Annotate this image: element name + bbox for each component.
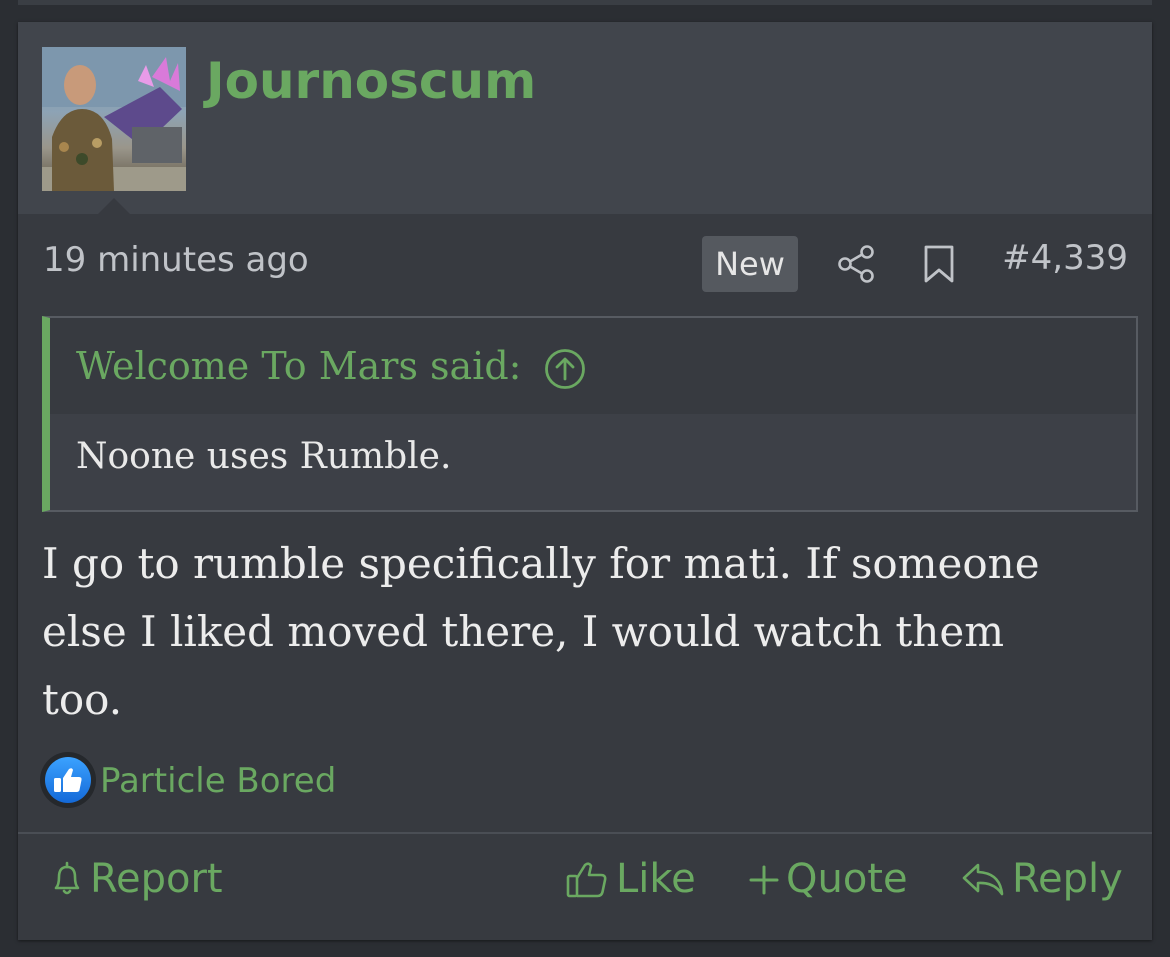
post-user-header: Journoscum: [18, 22, 1152, 214]
arrow-up-circle-icon[interactable]: [544, 348, 586, 390]
post-number-link[interactable]: #4,339: [1002, 238, 1128, 278]
new-badge: New: [702, 236, 798, 292]
message-line: else I liked moved there, I would watch …: [42, 607, 1005, 656]
reaction-badge[interactable]: [40, 752, 96, 808]
quote-header: Welcome To Mars said:: [50, 318, 1136, 414]
thumbs-up-outline-icon: [566, 862, 607, 898]
bookmark-icon[interactable]: [922, 244, 956, 284]
quote-button[interactable]: Quote: [748, 854, 908, 904]
message-line: too.: [42, 675, 123, 724]
plus-icon: [749, 865, 779, 895]
like-label: Like: [616, 856, 696, 902]
reply-button[interactable]: Reply: [960, 854, 1123, 904]
forum-post: Journoscum 19 minutes ago New #4,339 Wel…: [18, 22, 1152, 940]
post-actions: Report Like Quote Reply: [18, 832, 1152, 942]
avatar-pointer: [98, 198, 130, 214]
reply-label: Reply: [1012, 856, 1123, 902]
blockquote: Welcome To Mars said: Noone uses Rumble.: [42, 316, 1138, 512]
post-message: I go to rumble specifically for mati. If…: [42, 530, 1112, 734]
reaction-users-link[interactable]: Particle Bored: [100, 761, 336, 801]
share-icon[interactable]: [836, 244, 876, 284]
post-timestamp[interactable]: 19 minutes ago: [43, 240, 309, 280]
like-button[interactable]: Like: [564, 854, 696, 904]
bell-icon: [54, 861, 80, 895]
avatar-image: [42, 47, 186, 191]
quote-label: Quote: [786, 856, 908, 902]
post-meta: 19 minutes ago New #4,339: [18, 214, 1152, 304]
reply-icon: [962, 863, 1004, 896]
report-button[interactable]: Report: [50, 854, 223, 904]
username-link[interactable]: Journoscum: [206, 52, 536, 110]
thumbs-up-icon: [45, 757, 91, 803]
quote-author-link[interactable]: Welcome To Mars said:: [76, 344, 521, 388]
previous-post-edge: [18, 0, 1152, 5]
quote-text: Noone uses Rumble.: [76, 436, 452, 477]
message-line: I go to rumble specifically for mati. If…: [42, 539, 1040, 588]
avatar[interactable]: [42, 47, 186, 191]
report-label: Report: [90, 856, 223, 902]
